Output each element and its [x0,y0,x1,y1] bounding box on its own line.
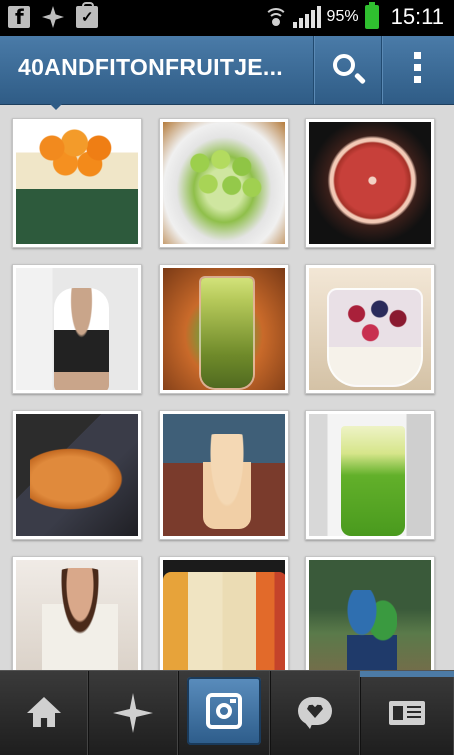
photo-tile[interactable] [159,118,289,248]
nav-explore-tab[interactable] [88,671,179,755]
nav-home-tab[interactable] [0,671,89,755]
shopping-bag-icon [76,2,98,28]
photo-blood-orange [309,122,431,244]
photo-meditating-woman [16,560,138,682]
photo-tile[interactable] [12,118,142,248]
photo-tile[interactable] [12,264,142,394]
action-bar: 40ANDFITONFRUITJE... [0,36,454,105]
search-button[interactable] [313,36,382,104]
photo-green-juice [163,268,285,390]
photo-green-smoothie [309,414,431,536]
profile-icon [389,701,425,725]
battery-icon [364,2,379,29]
profile-username-title[interactable]: 40ANDFITONFRUITJE... [18,54,283,81]
signal-icon [292,6,321,28]
clock: 15:11 [390,4,444,29]
battery-percent: 95% [326,8,359,25]
notification-icons [8,2,98,29]
photo-sleeping-cat [16,414,138,536]
system-status: 95% 15:11 [263,2,444,30]
photo-tile[interactable] [305,410,435,540]
photo-tile[interactable] [159,556,289,686]
photo-tile[interactable] [159,264,289,394]
title-pointer [50,104,62,110]
photo-orange-box [16,122,138,244]
nav-profile-tab[interactable] [360,671,454,755]
photo-kitten [163,414,285,536]
photo-children-forest [309,560,431,682]
status-bar: 95% 15:11 [0,0,454,36]
overflow-menu-button[interactable] [381,36,454,104]
photo-tile[interactable] [12,410,142,540]
overflow-menu-icon [414,52,421,88]
bottom-navigation [0,670,454,755]
camera-button[interactable] [187,677,261,745]
photo-pregnant-woman [16,268,138,390]
nav-news-tab[interactable] [270,671,361,755]
photo-tile[interactable] [305,264,435,394]
explore-icon [113,693,153,733]
photo-green-grapes [163,122,285,244]
pinwheel-icon [42,6,64,28]
search-icon [333,54,355,76]
photo-berry-smoothie [309,268,431,390]
photo-tile[interactable] [305,556,435,686]
nav-camera-tab[interactable] [178,671,271,755]
photo-tile[interactable] [159,410,289,540]
photo-tile[interactable] [305,118,435,248]
camera-icon [206,693,242,729]
photo-juice-bottles [163,560,285,682]
photo-tile[interactable] [12,556,142,686]
facebook-icon [8,5,30,29]
home-icon [27,697,61,727]
wifi-icon [263,6,288,28]
news-icon [298,697,332,729]
